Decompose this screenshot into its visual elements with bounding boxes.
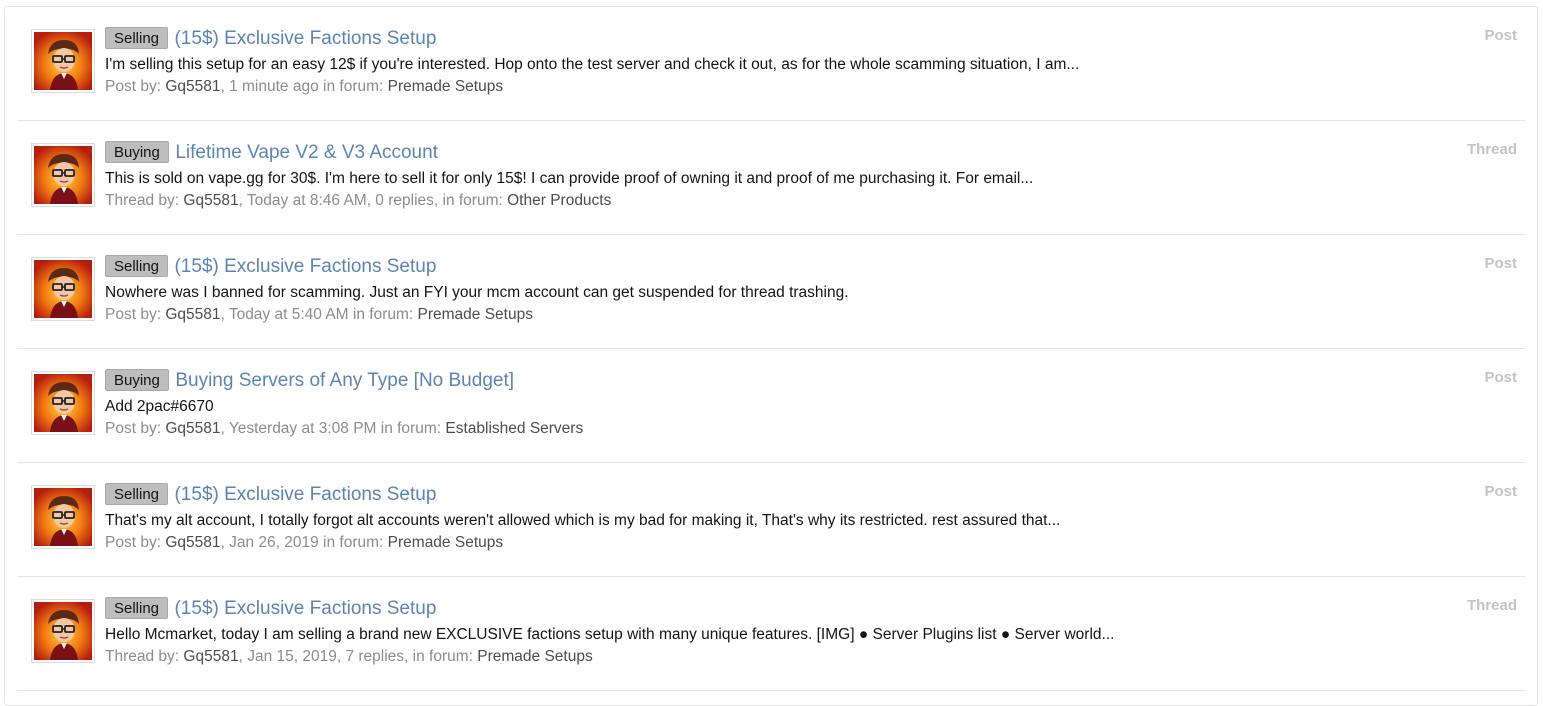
forum-link[interactable]: Premade Setups: [388, 78, 503, 95]
result-title-link[interactable]: Buying Servers of Any Type [No Budget]: [175, 370, 514, 391]
meta-date: , Today at 8:46 AM, 0 replies, in forum:: [238, 192, 503, 209]
meta-date: , 1 minute ago in forum:: [220, 78, 384, 95]
user-avatar[interactable]: [31, 143, 95, 207]
search-result: Selling (15$) Exclusive Factions Setup H…: [17, 577, 1525, 691]
meta-prefix: Post by:: [105, 534, 161, 551]
result-title-link[interactable]: (15$) Exclusive Factions Setup: [174, 484, 436, 505]
result-snippet: Add 2pac#6670: [105, 398, 214, 415]
meta-date: , Jan 15, 2019, 7 replies, in forum:: [238, 648, 473, 665]
result-snippet: I'm selling this setup for an easy 12$ i…: [105, 56, 1080, 73]
search-results-list: Selling (15$) Exclusive Factions Setup I…: [5, 7, 1537, 691]
result-snippet: This is sold on vape.gg for 30$. I'm her…: [105, 170, 1034, 187]
content-type-label: Post: [1484, 27, 1517, 44]
meta-prefix: Post by:: [105, 78, 161, 95]
user-avatar[interactable]: [31, 257, 95, 321]
content-type-label: Post: [1484, 483, 1517, 500]
user-avatar-icon: [34, 146, 92, 204]
result-snippet: That's my alt account, I totally forgot …: [105, 512, 1061, 529]
author-link[interactable]: Gq5581: [165, 78, 220, 95]
content-type-label: Post: [1484, 255, 1517, 272]
prefix-label[interactable]: Selling: [105, 597, 169, 619]
prefix-label[interactable]: Selling: [105, 255, 169, 277]
prefix-label[interactable]: Selling: [105, 27, 169, 49]
forum-link[interactable]: Premade Setups: [477, 648, 592, 665]
forum-link[interactable]: Premade Setups: [418, 306, 533, 323]
search-result: Selling (15$) Exclusive Factions Setup N…: [17, 235, 1525, 349]
search-result: Buying Buying Servers of Any Type [No Bu…: [17, 349, 1525, 463]
result-content: Buying Lifetime Vape V2 & V3 Account Thi…: [105, 140, 1405, 211]
meta-date: , Jan 26, 2019 in forum:: [220, 534, 384, 551]
result-title-line: Buying Buying Servers of Any Type [No Bu…: [105, 368, 1405, 394]
prefix-label[interactable]: Selling: [105, 483, 169, 505]
meta-prefix: Thread by:: [105, 648, 180, 665]
meta-prefix: Thread by:: [105, 192, 180, 209]
prefix-label[interactable]: Buying: [105, 369, 169, 391]
meta-date: , Yesterday at 3:08 PM in forum:: [220, 420, 442, 437]
result-title-line: Selling (15$) Exclusive Factions Setup: [105, 254, 1405, 280]
result-title-line: Selling (15$) Exclusive Factions Setup: [105, 26, 1405, 52]
meta-prefix: Post by:: [105, 306, 161, 323]
user-avatar-icon: [34, 488, 92, 546]
author-link[interactable]: Gq5581: [183, 192, 238, 209]
forum-link[interactable]: Other Products: [507, 192, 611, 209]
result-meta: Post by: Gq5581, Jan 26, 2019 in forum: …: [105, 533, 1405, 553]
result-title-line: Selling (15$) Exclusive Factions Setup: [105, 596, 1405, 622]
result-snippet: Hello Mcmarket, today I am selling a bra…: [105, 626, 1115, 643]
author-link[interactable]: Gq5581: [183, 648, 238, 665]
author-link[interactable]: Gq5581: [165, 534, 220, 551]
search-result: Buying Lifetime Vape V2 & V3 Account Thi…: [17, 121, 1525, 235]
search-result: Selling (15$) Exclusive Factions Setup I…: [17, 7, 1525, 121]
search-result: Selling (15$) Exclusive Factions Setup T…: [17, 463, 1525, 577]
result-title-line: Buying Lifetime Vape V2 & V3 Account: [105, 140, 1405, 166]
meta-prefix: Post by:: [105, 420, 161, 437]
result-meta: Post by: Gq5581, Today at 5:40 AM in for…: [105, 305, 1405, 325]
result-content: Buying Buying Servers of Any Type [No Bu…: [105, 368, 1405, 439]
user-avatar[interactable]: [31, 371, 95, 435]
content-type-label: Post: [1484, 369, 1517, 386]
author-link[interactable]: Gq5581: [165, 306, 220, 323]
forum-link[interactable]: Established Servers: [445, 420, 583, 437]
result-title-link[interactable]: (15$) Exclusive Factions Setup: [174, 598, 436, 619]
user-avatar[interactable]: [31, 29, 95, 93]
search-results-panel: Selling (15$) Exclusive Factions Setup I…: [4, 6, 1538, 706]
result-title-link[interactable]: (15$) Exclusive Factions Setup: [174, 28, 436, 49]
content-type-label: Thread: [1466, 597, 1517, 614]
result-meta: Thread by: Gq5581, Jan 15, 2019, 7 repli…: [105, 647, 1405, 667]
content-type-label: Thread: [1466, 141, 1517, 158]
user-avatar-icon: [34, 260, 92, 318]
forum-link[interactable]: Premade Setups: [388, 534, 503, 551]
user-avatar[interactable]: [31, 599, 95, 663]
result-snippet: Nowhere was I banned for scamming. Just …: [105, 284, 849, 301]
author-link[interactable]: Gq5581: [165, 420, 220, 437]
user-avatar-icon: [34, 602, 92, 660]
result-title-line: Selling (15$) Exclusive Factions Setup: [105, 482, 1405, 508]
result-meta: Post by: Gq5581, 1 minute ago in forum: …: [105, 77, 1405, 97]
meta-date: , Today at 5:40 AM in forum:: [220, 306, 414, 323]
result-content: Selling (15$) Exclusive Factions Setup T…: [105, 482, 1405, 553]
result-content: Selling (15$) Exclusive Factions Setup N…: [105, 254, 1405, 325]
result-meta: Post by: Gq5581, Yesterday at 3:08 PM in…: [105, 419, 1405, 439]
user-avatar-icon: [34, 374, 92, 432]
result-title-link[interactable]: (15$) Exclusive Factions Setup: [174, 256, 436, 277]
user-avatar[interactable]: [31, 485, 95, 549]
result-content: Selling (15$) Exclusive Factions Setup H…: [105, 596, 1405, 667]
user-avatar-icon: [34, 32, 92, 90]
result-meta: Thread by: Gq5581, Today at 8:46 AM, 0 r…: [105, 191, 1405, 211]
result-title-link[interactable]: Lifetime Vape V2 & V3 Account: [175, 142, 438, 163]
result-content: Selling (15$) Exclusive Factions Setup I…: [105, 26, 1405, 97]
prefix-label[interactable]: Buying: [105, 141, 169, 163]
